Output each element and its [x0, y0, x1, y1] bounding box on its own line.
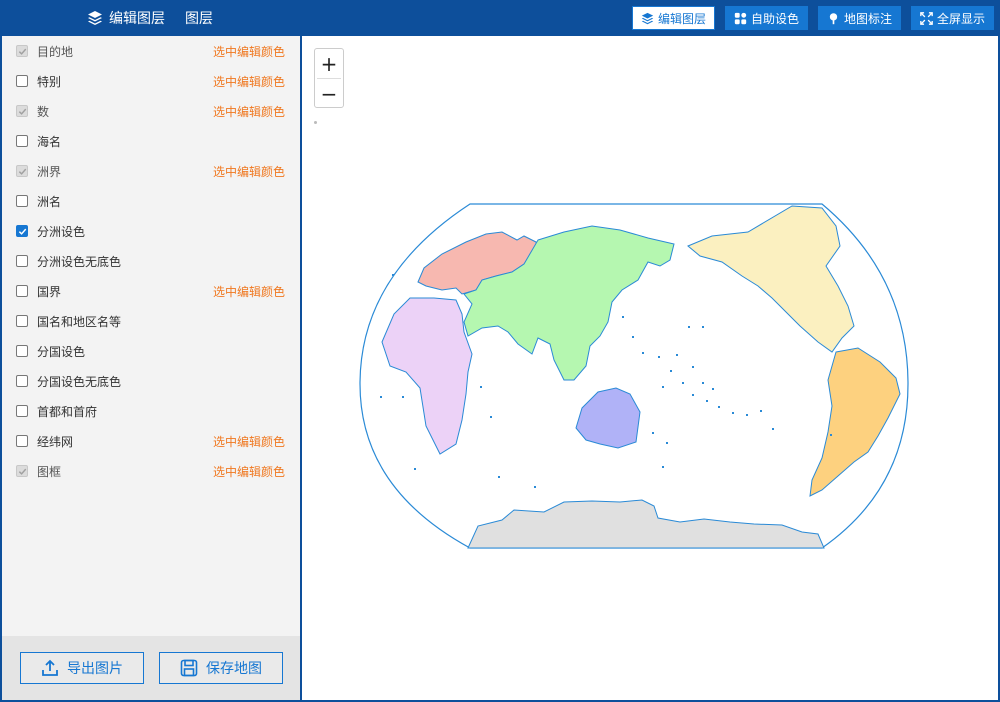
zoom-out-button[interactable]: −: [315, 79, 343, 108]
layer-checkbox[interactable]: [16, 135, 28, 147]
pin-icon: [829, 12, 838, 24]
layer-checkbox: [16, 465, 28, 477]
toolbar: 编辑图层 自助设色 地图标注 全屏显示: [631, 6, 994, 30]
layer-name: 分国设色无底色: [37, 374, 122, 389]
export-image-button[interactable]: 导出图片: [20, 652, 144, 684]
grid-icon: [734, 12, 747, 24]
save-map-button[interactable]: 保存地图: [159, 652, 283, 684]
layer-name: 分国设色: [37, 344, 86, 359]
layers-icon: [88, 11, 102, 25]
edit-color-link[interactable]: 选中编辑颜色: [213, 103, 285, 120]
layer-row[interactable]: 洲名: [2, 186, 300, 216]
layer-row[interactable]: 数 选中编辑颜色: [2, 96, 300, 126]
layer-checkbox[interactable]: [16, 315, 28, 327]
layers-icon: [641, 12, 654, 24]
layer-row[interactable]: 分国设色: [2, 336, 300, 366]
zoom-in-button[interactable]: +: [315, 49, 343, 78]
fullscreen-label: 全屏显示: [936, 11, 985, 26]
panel-title: 编辑图层 图层: [0, 0, 300, 36]
edit-layers-button[interactable]: 编辑图层: [631, 6, 715, 30]
layer-name: 洲名: [37, 194, 62, 209]
layer-row[interactable]: 洲界 选中编辑颜色: [2, 156, 300, 186]
header-bar: 编辑图层 图层 编辑图层 自助设色 地图标注 全屏显示: [0, 0, 1000, 36]
layer-row[interactable]: 经纬网 选中编辑颜色: [2, 426, 300, 456]
edit-color-link[interactable]: 选中编辑颜色: [213, 283, 285, 300]
layer-checkbox[interactable]: [16, 255, 28, 267]
zoom-control: + −: [314, 48, 344, 108]
layer-checkbox[interactable]: [16, 195, 28, 207]
layer-row[interactable]: 分洲设色: [2, 216, 300, 246]
edit-color-link[interactable]: 选中编辑颜色: [213, 43, 285, 60]
map-marker-label: 地图标注: [843, 11, 892, 26]
layer-name: 特别: [37, 74, 62, 89]
edit-color-link[interactable]: 选中编辑颜色: [213, 463, 285, 480]
save-icon: [180, 659, 198, 677]
auto-color-label: 自助设色: [750, 11, 799, 26]
layer-row[interactable]: 目的地 选中编辑颜色: [2, 36, 300, 66]
layer-checkbox: [16, 45, 28, 57]
layer-row[interactable]: 图框 选中编辑颜色: [2, 456, 300, 486]
edit-color-link[interactable]: 选中编辑颜色: [213, 163, 285, 180]
layer-panel: 目的地 选中编辑颜色 特别 选中编辑颜色数选中编辑颜色 海名 洲界 选中编辑颜色 洲名 分洲设色…: [2, 36, 300, 636]
layer-row[interactable]: 分洲设色无底色: [2, 246, 300, 276]
layer-name: 国界: [37, 284, 62, 299]
layer-checkbox[interactable]: [16, 345, 28, 357]
map-marker-button[interactable]: 地图标注: [817, 6, 901, 30]
layer-checkbox[interactable]: [16, 405, 28, 417]
edit-color-link[interactable]: 选中编辑颜色: [213, 433, 285, 450]
layer-checkbox: [16, 105, 28, 117]
upload-icon: [42, 659, 58, 676]
layer-row[interactable]: 特别 选中编辑颜色: [2, 66, 300, 96]
layer-row[interactable]: 国界 选中编辑颜色: [2, 276, 300, 306]
layer-name: 分洲设色: [37, 224, 86, 239]
layer-name: 分洲设色无底色: [37, 254, 122, 269]
panel-title-text: 编辑图层: [109, 11, 165, 27]
layer-row[interactable]: 首都和首府: [2, 396, 300, 426]
edit-layers-label: 编辑图层: [657, 11, 706, 26]
layer-name: 首都和首府: [37, 404, 98, 419]
layer-name: 海名: [37, 134, 62, 149]
export-image-label: 导出图片: [67, 661, 123, 677]
panel-footer: 导出图片 保存地图: [2, 636, 300, 700]
world-map[interactable]: [302, 36, 998, 700]
layer-name: 图框: [37, 464, 62, 479]
layer-name: 国名和地区名等: [37, 314, 122, 329]
panel-subtitle-text: 图层: [185, 11, 213, 27]
scale-indicator: [314, 121, 317, 124]
layer-name: 洲界: [37, 164, 62, 179]
layer-checkbox[interactable]: [16, 75, 28, 87]
layer-row[interactable]: 分国设色无底色: [2, 366, 300, 396]
expand-icon: [920, 11, 933, 25]
layer-row[interactable]: 海名: [2, 126, 300, 156]
fullscreen-button[interactable]: 全屏显示: [910, 6, 994, 30]
auto-color-button[interactable]: 自助设色: [724, 6, 808, 30]
edit-color-link[interactable]: 选中编辑颜色: [213, 73, 285, 90]
layer-row[interactable]: 国名和地区名等: [2, 306, 300, 336]
save-map-label: 保存地图: [206, 661, 262, 677]
layer-name: 目的地: [37, 44, 74, 59]
layer-checkbox[interactable]: [16, 225, 28, 237]
layer-checkbox[interactable]: [16, 285, 28, 297]
layer-checkbox: [16, 165, 28, 177]
map-view[interactable]: + −: [302, 36, 998, 700]
layer-name: 数: [37, 104, 50, 119]
layer-checkbox[interactable]: [16, 435, 28, 447]
layer-checkbox[interactable]: [16, 375, 28, 387]
layer-name: 经纬网: [37, 434, 74, 449]
